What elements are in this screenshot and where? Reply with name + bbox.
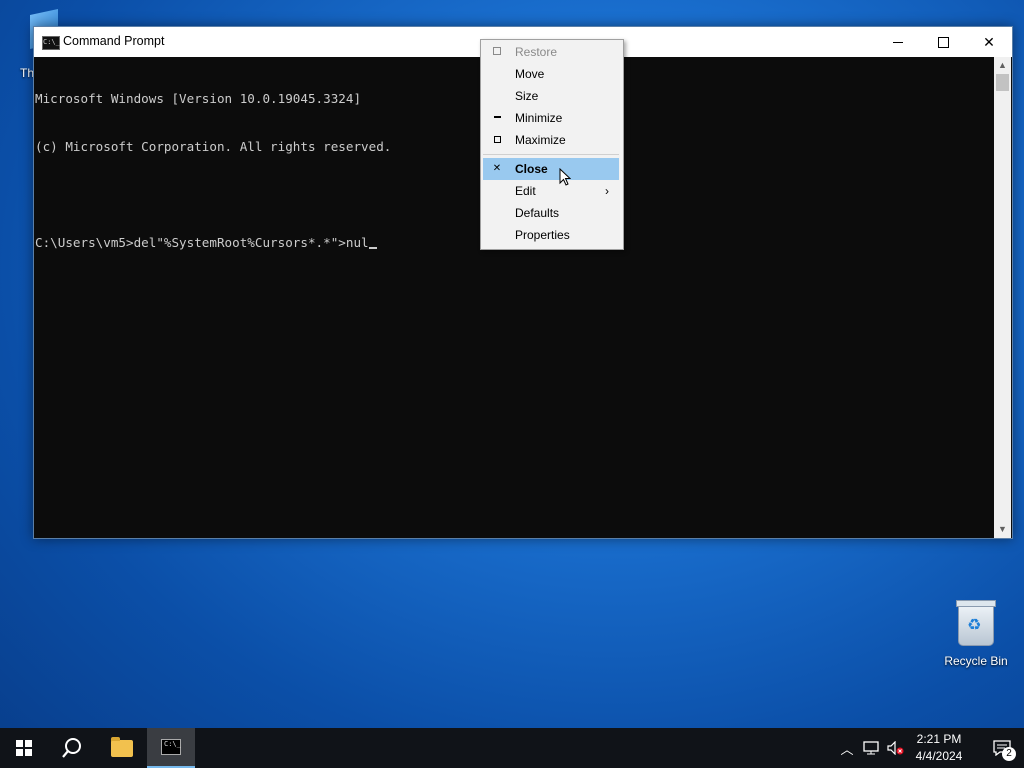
scroll-up-icon[interactable]: ▲ [994,57,1011,74]
clock-time: 2:21 PM [916,732,962,746]
menu-item-maximize[interactable]: Maximize [483,129,619,151]
console-prompt-line: C:\Users\vm5>del"%SystemRoot%Cursors*.*"… [35,235,369,250]
restore-icon [492,41,502,63]
menu-item-minimize[interactable]: Minimize [483,107,619,129]
menu-item-close[interactable]: ✕ Close [483,158,619,180]
menu-item-defaults[interactable]: Defaults [483,202,619,224]
recycle-bin-icon: ♻ [956,600,996,646]
menu-item-label: Move [515,67,545,81]
folder-icon [111,736,133,757]
maximize-button[interactable] [920,27,966,57]
search-button[interactable] [48,728,96,768]
menu-item-size[interactable]: Size [483,85,619,107]
chevron-up-icon: ︿ [840,741,854,757]
scroll-down-icon[interactable]: ▼ [994,521,1011,538]
menu-separator [483,154,619,155]
maximize-icon [492,129,502,151]
close-button[interactable]: ✕ [966,27,1012,57]
taskbar: C:\_ ︿ 2:21 PM 4/4/2024 2 [0,728,1024,768]
file-explorer-button[interactable] [98,728,146,768]
clock-date: 4/4/2024 [915,749,963,763]
close-icon: ✕ [983,33,995,50]
menu-item-properties[interactable]: Properties [483,224,619,246]
scrollbar-thumb[interactable] [996,74,1009,91]
network-icon [863,741,879,755]
taskbar-clock[interactable]: 2:21 PM 4/4/2024 [905,731,973,765]
action-center-button[interactable]: 2 [979,728,1024,768]
chevron-right-icon: › [605,184,609,198]
volume-muted-icon [887,741,904,755]
menu-item-label: Defaults [515,206,560,220]
vertical-scrollbar[interactable]: ▲ ▼ [994,57,1011,538]
maximize-icon [937,36,949,48]
menu-item-label: Maximize [515,133,566,147]
menu-item-move[interactable]: Move [483,63,619,85]
menu-item-restore[interactable]: Restore [483,41,619,63]
minimize-icon [492,107,502,129]
taskbar-command-prompt[interactable]: C:\_ [147,728,195,768]
desktop-icon-label: Th [20,66,35,80]
close-icon: ✕ [492,163,502,174]
menu-item-label: Close [515,162,548,176]
show-hidden-icons-button[interactable]: ︿ [838,728,856,768]
windows-logo-icon [16,740,32,756]
network-button[interactable] [861,728,881,768]
text-cursor [368,247,377,249]
menu-item-label: Minimize [515,111,563,125]
volume-button[interactable] [885,728,907,768]
mouse-pointer-icon [559,168,571,186]
notification-count-badge: 2 [1002,747,1016,761]
menu-item-label: Properties [515,228,570,242]
window-title: Command Prompt [63,34,165,48]
menu-item-label: Size [515,89,539,103]
search-icon [62,738,81,758]
minimize-button[interactable] [875,27,921,57]
start-button[interactable] [0,728,48,768]
menu-item-edit[interactable]: Edit › [483,180,619,202]
cmd-app-icon[interactable]: C:\_ [42,36,60,50]
cmd-app-icon: C:\_ [161,739,181,755]
system-context-menu: Restore Move Size Minimize Maximize ✕ Cl… [480,39,624,250]
menu-item-label: Edit [515,184,536,198]
menu-item-label: Restore [515,45,558,59]
recycle-bin[interactable]: ♻ Recycle Bin [940,600,1012,668]
minimize-icon [893,41,903,43]
recycle-bin-label: Recycle Bin [944,654,1008,668]
